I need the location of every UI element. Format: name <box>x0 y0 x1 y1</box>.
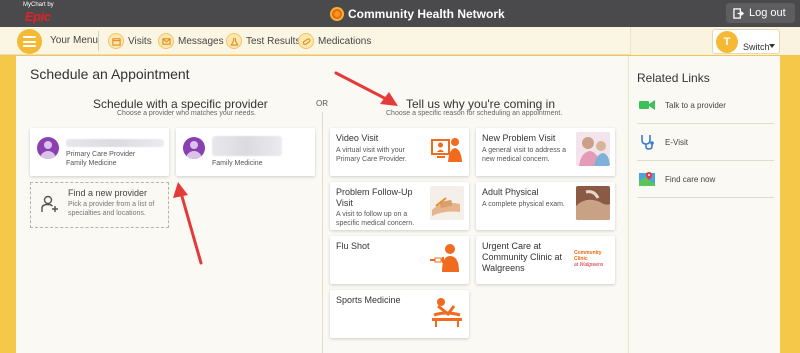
reason-desc: Primary Care Provider. <box>336 156 407 163</box>
reason-desc: new medical concern. <box>482 156 550 163</box>
logout-label: Log out <box>749 7 786 19</box>
or-divider-label: OR <box>316 99 328 108</box>
reason-title-line2: Visit <box>336 198 353 208</box>
nav-label: Test Results <box>246 35 301 47</box>
reason-section-title: Tell us why you're coming in <box>406 97 556 111</box>
reason-card-adult-physical[interactable]: Adult Physical A complete physical exam. <box>476 182 615 230</box>
menu-label[interactable]: Your Menu <box>50 35 98 46</box>
brand-name: Community Health Network <box>348 7 505 21</box>
logout-button[interactable]: Log out <box>726 3 795 23</box>
reason-card-urgent-care-walgreens[interactable]: Urgent Care at Community Clinic at Walgr… <box>476 236 615 284</box>
nav-label: Messages <box>178 35 224 47</box>
provider-section-subtitle: Choose a provider who matches your needs… <box>117 110 256 117</box>
related-link-label: Find care now <box>665 174 716 184</box>
redacted-name <box>212 136 282 156</box>
redacted-name <box>66 139 164 147</box>
reason-card-sports-medicine[interactable]: Sports Medicine <box>330 290 469 338</box>
section-divider <box>322 112 323 353</box>
reason-title: Sports Medicine <box>336 295 401 305</box>
related-link-label: Talk to a provider <box>665 100 726 110</box>
reason-card-problem-follow-up[interactable]: Problem Follow-Up Visit A visit to follo… <box>330 182 469 230</box>
nav-item-visits[interactable]: Visits <box>108 31 152 51</box>
nav-item-messages[interactable]: Messages <box>158 31 224 51</box>
nav-separator <box>98 31 99 51</box>
reason-card-new-problem-visit[interactable]: New Problem Visit A general visit to add… <box>476 128 615 176</box>
reason-title: Video Visit <box>336 133 379 143</box>
reason-card-flu-shot[interactable]: Flu Shot <box>330 236 469 284</box>
find-new-provider-button[interactable]: Find a new provider Pick a provider from… <box>30 182 169 228</box>
video-camera-icon <box>639 97 655 113</box>
chevron-down-icon[interactable] <box>769 44 775 48</box>
video-visit-illustration <box>431 138 462 162</box>
top-bar: MyChart by Epic Community Health Network… <box>0 0 800 27</box>
sports-medicine-illustration <box>432 298 462 327</box>
provider-specialty: Family Medicine <box>212 160 263 167</box>
pill-icon <box>298 33 314 49</box>
reason-title: New Problem Visit <box>482 133 556 143</box>
provider-card-1[interactable]: Primary Care Provider Family Medicine <box>30 128 169 176</box>
reason-title-line3: Walgreens <box>482 263 525 273</box>
nav-label: Medications <box>318 35 372 47</box>
brand-logo: Community Health Network <box>330 5 505 23</box>
related-links-title: Related Links <box>637 71 710 85</box>
sun-logo-icon <box>330 7 344 21</box>
reason-desc: A complete physical exam. <box>482 201 565 208</box>
find-provider-title: Find a new provider <box>68 188 148 198</box>
menu-button[interactable] <box>17 29 42 54</box>
provider-specialty: Family Medicine <box>66 160 117 167</box>
switch-label[interactable]: Switch <box>743 42 770 52</box>
provider-avatar <box>37 137 59 159</box>
user-avatar[interactable]: T <box>716 31 738 53</box>
reason-title: Flu Shot <box>336 241 370 251</box>
reason-title: Adult Physical <box>482 187 539 197</box>
map-icon <box>639 171 655 187</box>
find-provider-desc: specialties and locations. <box>68 210 146 217</box>
provider-role: Primary Care Provider <box>66 151 136 158</box>
related-link-e-visit[interactable]: E-Visit <box>637 124 774 161</box>
adult-physical-photo <box>576 186 610 220</box>
related-link-talk-to-provider[interactable]: Talk to a provider <box>637 87 774 124</box>
reason-desc: specific medical concern. <box>336 220 415 227</box>
reason-card-video-visit[interactable]: Video Visit A virtual visit with your Pr… <box>330 128 469 176</box>
reason-desc: A visit to follow up on a <box>336 211 408 218</box>
nav-item-test-results[interactable]: Test Results <box>226 31 300 51</box>
calendar-icon <box>108 33 124 49</box>
envelope-icon <box>158 33 174 49</box>
logout-icon <box>733 7 744 19</box>
reason-desc: A virtual visit with your <box>336 147 405 154</box>
community-clinic-logo: Community Clinic at Walgreens <box>574 250 604 268</box>
new-problem-photo <box>576 132 610 166</box>
add-person-icon <box>41 195 58 212</box>
reason-desc: A general visit to address a <box>482 147 567 154</box>
reason-section-subtitle: Choose a specific reason for scheduling … <box>386 110 563 117</box>
reason-title-line2: Community Clinic at <box>482 252 563 262</box>
epic-logo-text: Epic <box>25 9 51 24</box>
mychart-label: MyChart by <box>23 2 54 8</box>
nav-label: Visits <box>128 35 152 47</box>
reason-title: Urgent Care at <box>482 241 542 251</box>
provider-section-title: Schedule with a specific provider <box>93 97 268 111</box>
find-provider-desc: Pick a provider from a list of <box>68 201 155 208</box>
follow-up-photo <box>430 186 464 220</box>
flask-icon <box>226 33 242 49</box>
reason-title: Problem Follow-Up <box>336 187 413 197</box>
provider-card-2[interactable]: Family Medicine <box>176 128 315 176</box>
nav-item-medications[interactable]: Medications <box>298 31 371 51</box>
related-link-find-care-now[interactable]: Find care now <box>637 161 774 198</box>
page-title: Schedule an Appointment <box>30 66 190 82</box>
stethoscope-icon <box>639 134 655 150</box>
mychart-epic-logo[interactable]: MyChart by Epic <box>23 2 57 24</box>
provider-avatar <box>183 137 205 159</box>
related-link-label: E-Visit <box>665 137 688 147</box>
flu-shot-illustration <box>430 244 459 272</box>
